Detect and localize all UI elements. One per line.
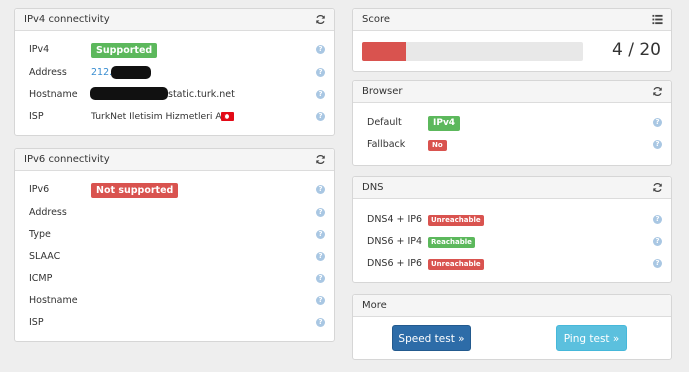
refresh-icon[interactable]	[315, 154, 326, 165]
type-label: Type	[29, 229, 51, 240]
ipv4-isp-value: TurkNet Iletisim Hizmetleri A.S.	[91, 111, 234, 122]
help-icon[interactable]: ?	[316, 296, 325, 305]
refresh-icon[interactable]	[315, 14, 326, 25]
list-icon[interactable]	[652, 14, 663, 25]
help-icon[interactable]: ?	[316, 274, 325, 283]
score-body: 4 / 20	[353, 31, 671, 71]
dns4-ip6-status-badge: Unreachable	[428, 215, 484, 226]
more-panel-header: More	[353, 295, 671, 317]
dns-panel-header: DNS	[353, 177, 671, 199]
dns-row-dns4-ip6: DNS4 + IP6 Unreachable ?	[353, 212, 671, 228]
fallback-label: Fallback	[367, 139, 406, 150]
help-icon[interactable]: ?	[316, 112, 325, 121]
help-icon[interactable]: ?	[316, 45, 325, 54]
ipv4-status-badge: Supported	[91, 43, 158, 58]
help-icon[interactable]: ?	[316, 230, 325, 239]
ping-test-button[interactable]: Ping test »	[556, 325, 627, 351]
default-protocol-badge: IPv4	[428, 116, 461, 131]
ipv4-address-value[interactable]: 212.	[91, 67, 112, 78]
redaction-mark	[90, 87, 168, 100]
dns-row-dns6-ip4: DNS6 + IP4 Reachable ?	[353, 234, 671, 250]
turkey-flag-icon	[221, 112, 234, 121]
help-icon[interactable]: ?	[316, 318, 325, 327]
refresh-icon[interactable]	[652, 86, 663, 97]
isp-label: ISP	[29, 111, 44, 122]
ipv4-panel-header: IPv4 connectivity	[15, 9, 334, 31]
default-label: Default	[367, 117, 402, 128]
score-panel-title: Score	[362, 14, 391, 25]
browser-row-fallback: Fallback No ?	[353, 137, 671, 153]
browser-row-default: Default IPv4 ?	[353, 115, 671, 131]
help-icon[interactable]: ?	[316, 68, 325, 77]
score-progress-bar	[362, 42, 583, 61]
ipv4-row-address: Address 212. ?	[15, 65, 334, 81]
isp-label: ISP	[29, 317, 44, 328]
ipv4-row-ipv4: IPv4 Supported ?	[15, 42, 334, 58]
more-panel: More Speed test » Ping test »	[352, 294, 672, 360]
dns6-ip6-label: DNS6 + IP6	[367, 258, 423, 269]
dns-row-dns6-ip6: DNS6 + IP6 Unreachable ?	[353, 256, 671, 272]
score-value: 4 / 20	[612, 40, 661, 60]
score-panel: Score 4 / 20	[352, 8, 672, 72]
browser-panel-title: Browser	[362, 86, 403, 97]
browser-panel: Browser Default IPv4 ? Fallback No ?	[352, 80, 672, 166]
help-icon[interactable]: ?	[653, 118, 662, 127]
dns6-ip4-status-badge: Reachable	[428, 237, 475, 248]
help-icon[interactable]: ?	[653, 259, 662, 268]
help-icon[interactable]: ?	[316, 252, 325, 261]
ipv6-panel-title: IPv6 connectivity	[24, 154, 110, 165]
help-icon[interactable]: ?	[653, 215, 662, 224]
ipv6-row-slaac: SLAAC ?	[15, 249, 334, 265]
icmp-label: ICMP	[29, 273, 53, 284]
ipv4-row-hostname: Hostname static.turk.net ?	[15, 87, 334, 103]
ipv6-row-type: Type ?	[15, 227, 334, 243]
ipv6-panel: IPv6 connectivity IPv6 Not supported ? A…	[14, 148, 335, 342]
ipv6-label: IPv6	[29, 184, 50, 195]
redaction-mark	[111, 66, 151, 79]
ipv6-row-address: Address ?	[15, 205, 334, 221]
dns4-ip6-label: DNS4 + IP6	[367, 214, 423, 225]
address-label: Address	[29, 207, 67, 218]
dns6-ip6-status-badge: Unreachable	[428, 259, 484, 270]
help-icon[interactable]: ?	[316, 185, 325, 194]
refresh-icon[interactable]	[652, 182, 663, 193]
ipv6-row-icmp: ICMP ?	[15, 271, 334, 287]
browser-panel-header: Browser	[353, 81, 671, 103]
ipv4-row-isp: ISP TurkNet Iletisim Hizmetleri A.S. ?	[15, 109, 334, 125]
ipv6-panel-header: IPv6 connectivity	[15, 149, 334, 171]
dns6-ip4-label: DNS6 + IP4	[367, 236, 423, 247]
help-icon[interactable]: ?	[653, 237, 662, 246]
score-panel-header: Score	[353, 9, 671, 31]
speed-test-button[interactable]: Speed test »	[392, 325, 471, 351]
ipv6-row-isp: ISP ?	[15, 315, 334, 331]
dns-panel: DNS DNS4 + IP6 Unreachable ? DNS6 + IP4 …	[352, 176, 672, 283]
help-icon[interactable]: ?	[316, 208, 325, 217]
ipv6-status-badge: Not supported	[91, 183, 179, 198]
slaac-label: SLAAC	[29, 251, 61, 262]
help-icon[interactable]: ?	[653, 140, 662, 149]
ipv6-row-ipv6: IPv6 Not supported ?	[15, 182, 334, 198]
address-label: Address	[29, 67, 67, 78]
ipv4-panel: IPv4 connectivity IPv4 Supported ? Addre…	[14, 8, 335, 136]
ipv6-row-hostname: Hostname ?	[15, 293, 334, 309]
fallback-badge: No	[428, 140, 447, 151]
ipv4-hostname-value: static.turk.net	[168, 89, 235, 100]
hostname-label: Hostname	[29, 295, 78, 306]
help-icon[interactable]: ?	[316, 90, 325, 99]
hostname-label: Hostname	[29, 89, 78, 100]
ipv4-panel-title: IPv4 connectivity	[24, 14, 110, 25]
ipv4-label: IPv4	[29, 44, 50, 55]
dns-panel-title: DNS	[362, 182, 384, 193]
more-panel-title: More	[362, 300, 387, 311]
score-progress-fill	[362, 42, 407, 61]
